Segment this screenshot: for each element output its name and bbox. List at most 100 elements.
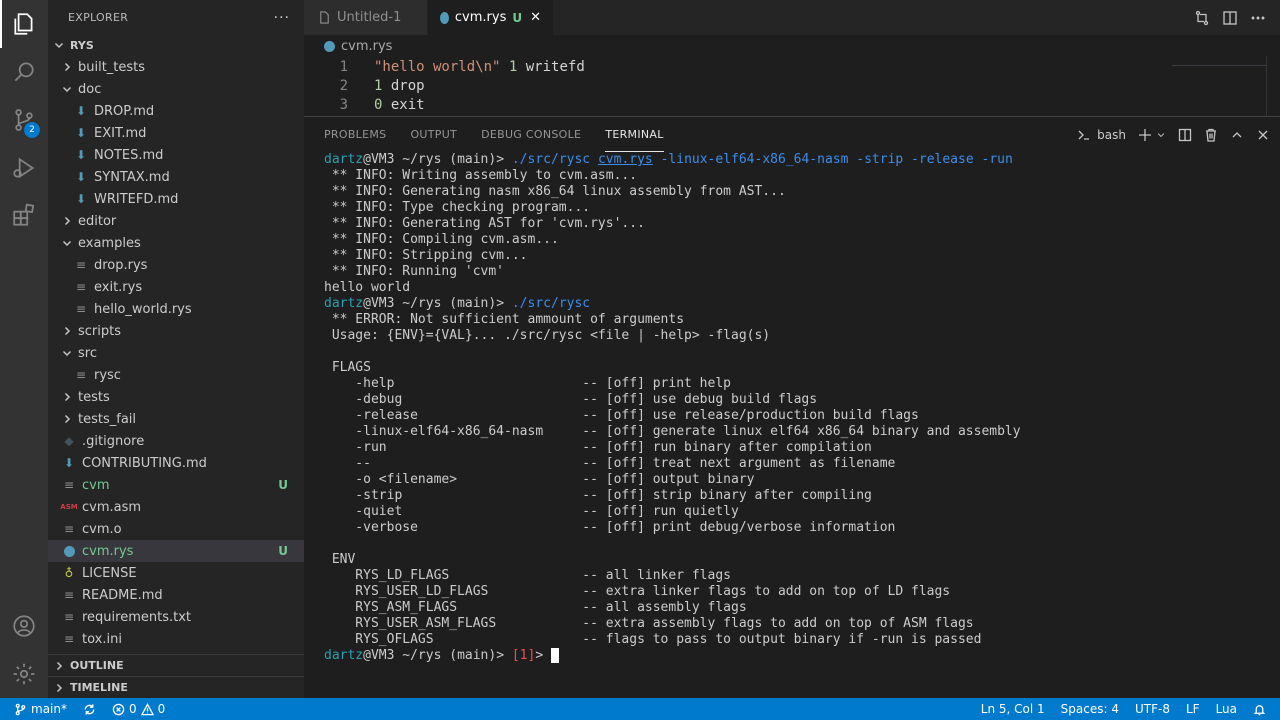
- file-lines-icon: ≡: [63, 632, 75, 646]
- terminal-selector[interactable]: bash: [1077, 128, 1126, 142]
- terminal-info-line: ** INFO: Generating nasm x86_64 linux as…: [324, 184, 786, 199]
- markdown-icon: ⬇: [75, 148, 87, 162]
- tree-item-label: cvm.o: [82, 521, 122, 537]
- file-NOTES.md[interactable]: ⬇ NOTES.md: [48, 144, 304, 166]
- folder-doc[interactable]: doc: [48, 78, 304, 100]
- tree-item-label: DROP.md: [94, 103, 155, 119]
- line-content: 1 drop: [374, 77, 425, 94]
- open-changes-icon[interactable]: [1194, 10, 1210, 26]
- language-mode[interactable]: Lua: [1208, 698, 1245, 720]
- chevron-right-icon: [54, 661, 64, 671]
- explorer-icon[interactable]: [0, 0, 48, 48]
- end-of-line[interactable]: LF: [1178, 698, 1208, 720]
- maximize-panel-icon[interactable]: [1230, 128, 1244, 142]
- file-cvm[interactable]: ≡ cvm U: [48, 474, 304, 496]
- editor-scrollbar[interactable]: [1266, 56, 1280, 116]
- outline-section[interactable]: OUTLINE: [48, 654, 304, 676]
- file-README.md[interactable]: ≡ README.md: [48, 584, 304, 606]
- terminal-icon: [1078, 130, 1090, 140]
- tree-item-label: EXIT.md: [94, 125, 147, 141]
- tab-output[interactable]: OUTPUT: [410, 117, 457, 152]
- folder-tests_fail[interactable]: tests_fail: [48, 408, 304, 430]
- branch-indicator[interactable]: main*: [0, 698, 75, 720]
- source-control-badge: 2: [24, 122, 40, 138]
- timeline-section[interactable]: TIMELINE: [48, 676, 304, 698]
- terminal-usage-line: -help -- [off] print help: [324, 376, 731, 391]
- account-icon[interactable]: [0, 602, 48, 650]
- branch-name: main*: [31, 702, 67, 716]
- file-.gitignore[interactable]: ◆ .gitignore: [48, 430, 304, 452]
- folder-tests[interactable]: tests: [48, 386, 304, 408]
- more-actions-icon[interactable]: ···: [274, 10, 290, 26]
- file-rysc[interactable]: ≡ rysc: [48, 364, 304, 386]
- markdown-icon: ⬇: [63, 456, 75, 470]
- search-icon[interactable]: [0, 48, 48, 96]
- problems-indicator[interactable]: 0 0: [104, 698, 173, 720]
- explorer-title: EXPLORER: [68, 11, 129, 24]
- terminal-command-line: dartz@VM3 ~/rys (main)> ./src/rysc: [324, 296, 591, 311]
- tab-problems[interactable]: PROBLEMS: [324, 117, 386, 152]
- file-cvm.rys[interactable]: cvm.rys U: [48, 540, 304, 562]
- file-WRITEFD.md[interactable]: ⬇ WRITEFD.md: [48, 188, 304, 210]
- terminal-usage-line: [324, 536, 1274, 552]
- close-icon[interactable]: ✕: [530, 10, 541, 25]
- close-panel-icon[interactable]: [1256, 128, 1270, 142]
- file-DROP.md[interactable]: ⬇ DROP.md: [48, 100, 304, 122]
- terminal-usage-line: Usage: {ENV}={VAL}... ./src/rysc <file |…: [324, 328, 771, 343]
- terminal-prompt-line: dartz@VM3 ~/rys (main)> [1]>: [324, 648, 1274, 664]
- cursor-position[interactable]: Ln 5, Col 1: [973, 698, 1053, 720]
- folder-built_tests[interactable]: built_tests: [48, 56, 304, 78]
- new-terminal-icon[interactable]: [1138, 128, 1152, 142]
- tab-untitled-1[interactable]: Untitled-1: [304, 0, 428, 35]
- code-line: 1 "hello world\n" 1 writefd: [304, 57, 585, 76]
- terminal-info-line: ** INFO: Running 'cvm': [324, 264, 505, 279]
- tree-item-label: CONTRIBUTING.md: [82, 455, 207, 471]
- folder-editor[interactable]: editor: [48, 210, 304, 232]
- tab-terminal[interactable]: TERMINAL: [605, 117, 664, 152]
- file-CONTRIBUTING.md[interactable]: ⬇ CONTRIBUTING.md: [48, 452, 304, 474]
- chevron-right-icon: [54, 683, 64, 693]
- file-cvm.o[interactable]: ≡ cvm.o: [48, 518, 304, 540]
- chevron-down-icon[interactable]: [1156, 128, 1166, 142]
- extensions-icon[interactable]: [0, 192, 48, 240]
- trash-icon[interactable]: [1204, 128, 1218, 142]
- split-terminal-icon[interactable]: [1178, 128, 1192, 142]
- error-count: 0: [128, 702, 137, 716]
- bottom-panel: PROBLEMS OUTPUT DEBUG CONSOLE TERMINAL b…: [304, 116, 1280, 698]
- more-actions-icon[interactable]: [1250, 10, 1266, 26]
- tab-debug-console[interactable]: DEBUG CONSOLE: [481, 117, 581, 152]
- settings-gear-icon[interactable]: [0, 650, 48, 698]
- folder-examples[interactable]: examples: [48, 232, 304, 254]
- run-debug-icon[interactable]: [0, 144, 48, 192]
- file-cvm.asm[interactable]: ASM cvm.asm: [48, 496, 304, 518]
- terminal-usage-line: [324, 344, 1274, 360]
- file-hello_world.rys[interactable]: ≡ hello_world.rys: [48, 298, 304, 320]
- terminal-usage-line: -quiet -- [off] run quietly: [324, 504, 739, 519]
- terminal-output[interactable]: dartz@VM3 ~/rys (main)> ./src/rysc cvm.r…: [324, 152, 1274, 664]
- file-tox.ini[interactable]: ≡ tox.ini: [48, 628, 304, 650]
- file-exit.rys[interactable]: ≡ exit.rys: [48, 276, 304, 298]
- tree-item-label: examples: [78, 235, 141, 251]
- file-SYNTAX.md[interactable]: ⬇ SYNTAX.md: [48, 166, 304, 188]
- code-editor[interactable]: 1 "hello world\n" 1 writefd 2 1 drop 3 0…: [304, 57, 1280, 116]
- terminal-info-line: ** INFO: Generating AST for 'cvm.rys'...: [324, 216, 645, 231]
- sync-button[interactable]: [75, 698, 104, 720]
- file-EXIT.md[interactable]: ⬇ EXIT.md: [48, 122, 304, 144]
- breadcrumb[interactable]: cvm.rys: [304, 35, 392, 57]
- indentation[interactable]: Spaces: 4: [1053, 698, 1127, 720]
- file-requirements.txt[interactable]: ≡ requirements.txt: [48, 606, 304, 628]
- split-editor-icon[interactable]: [1222, 10, 1238, 26]
- workspace-root[interactable]: RYS: [48, 34, 304, 56]
- folder-scripts[interactable]: scripts: [48, 320, 304, 342]
- folder-src[interactable]: src: [48, 342, 304, 364]
- minimap[interactable]: [1172, 58, 1266, 66]
- tab-cvm-rys[interactable]: cvm.rys U ✕: [428, 0, 554, 35]
- source-control-icon[interactable]: 2: [0, 96, 48, 144]
- file-drop.rys[interactable]: ≡ drop.rys: [48, 254, 304, 276]
- markdown-icon: ⬇: [75, 104, 87, 118]
- encoding[interactable]: UTF-8: [1127, 698, 1178, 720]
- line-content: "hello world\n" 1 writefd: [374, 58, 585, 75]
- file-LICENSE[interactable]: ♁ LICENSE: [48, 562, 304, 584]
- tree-item-label: requirements.txt: [82, 609, 192, 625]
- notifications-button[interactable]: [1245, 698, 1280, 720]
